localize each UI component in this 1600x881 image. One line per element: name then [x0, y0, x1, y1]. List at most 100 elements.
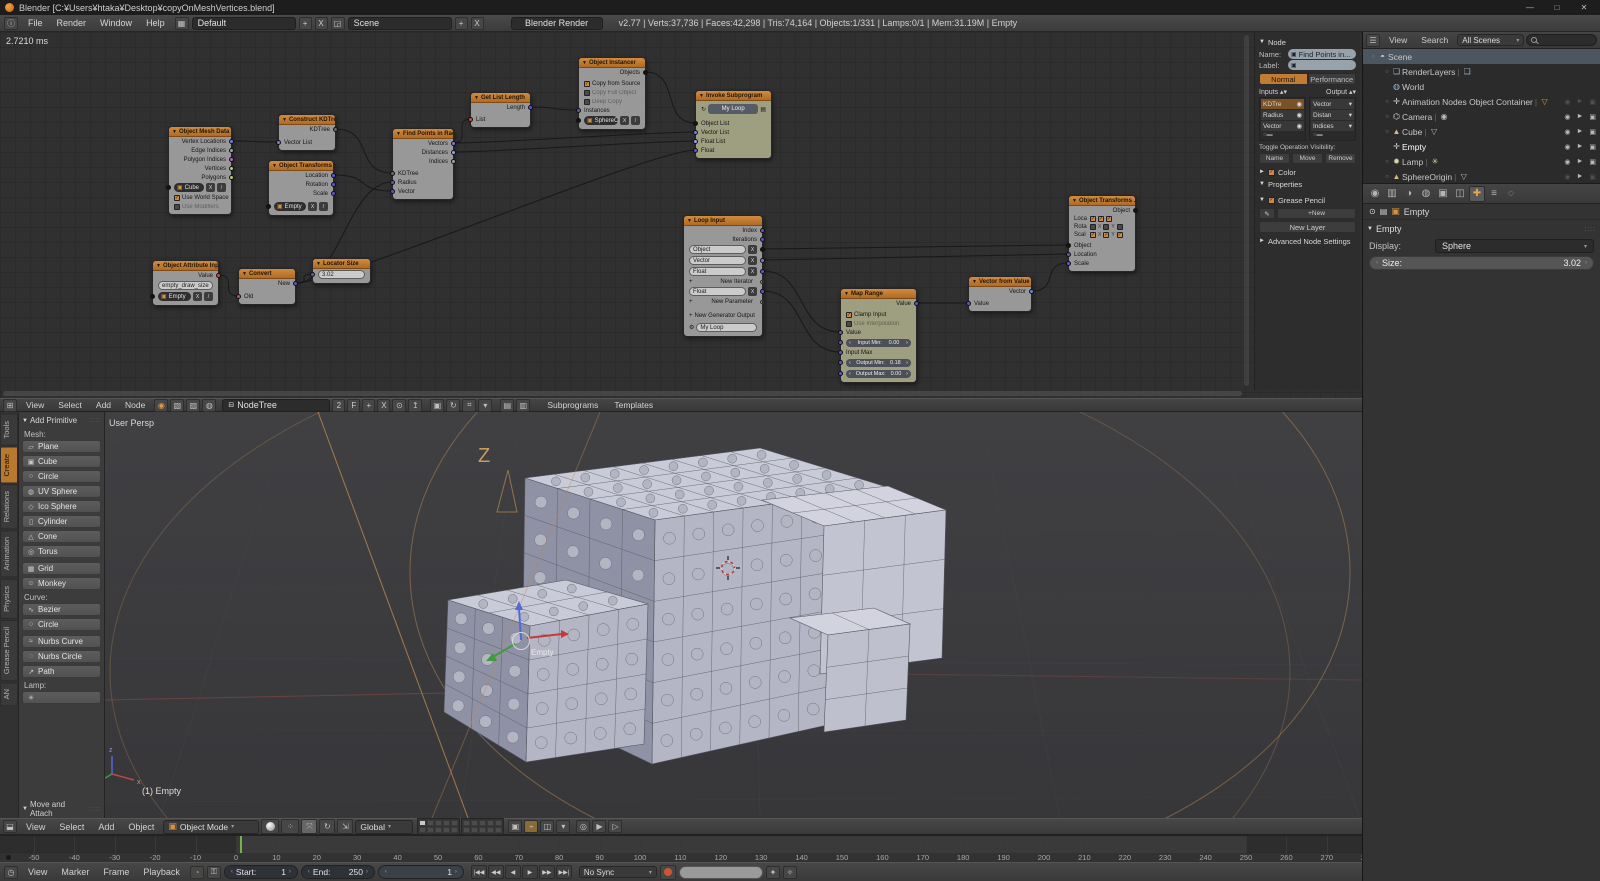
delete-keyframe-icon[interactable]: ✧ [782, 865, 797, 879]
render-engine-select[interactable]: Blender Render [510, 16, 603, 30]
subprograms-menu[interactable]: Subprograms [540, 400, 605, 410]
texture-nodes-icon[interactable]: ▨ [186, 398, 201, 412]
manipulator-rotate-icon[interactable]: ↻ [319, 819, 336, 834]
checkbox-Deep Copy[interactable]: Deep Copy [579, 97, 645, 106]
lock-frame-icon[interactable]: ⚿ [206, 865, 221, 879]
outputs-item-distan[interactable]: Distan ▾ [1311, 110, 1354, 120]
checkbox-Clamp Input[interactable]: ✓ Clamp Input [841, 310, 916, 319]
pivot-point-icon[interactable]: ⁘ [281, 819, 300, 834]
tool-tab-physics[interactable]: Physics [0, 578, 18, 619]
node-fpr[interactable]: ▼Find Points in RadiusVectorsDistancesIn… [390, 128, 456, 200]
text-field[interactable]: empty_draw_size [153, 280, 218, 291]
layer-toggle[interactable] [495, 827, 503, 833]
menu-frame[interactable]: Frame [96, 867, 136, 877]
sync-mode-select[interactable]: No Sync ▾ [578, 866, 657, 878]
socket-invoke:Object List[interactable] [693, 120, 698, 126]
menu-select[interactable]: Select [51, 400, 89, 410]
layer-toggle[interactable] [471, 820, 479, 826]
socket-ckd:Vector List[interactable] [276, 139, 281, 145]
use-preview-range-icon[interactable]: ◔ [189, 865, 204, 879]
inputs-item-radius[interactable]: Radius ◉ [1261, 110, 1304, 120]
screen-layout-field[interactable]: Default [191, 16, 296, 30]
restrict-select-icon[interactable]: ► [1576, 98, 1583, 106]
editor-type-3dview-icon[interactable]: ⬓ [3, 820, 17, 833]
node-tree-selector[interactable]: ⊟ NodeTree [222, 398, 331, 412]
socket-oto:Scale[interactable] [1066, 260, 1071, 266]
socket-mr:Output Min:[interactable] [838, 359, 843, 365]
restrict-view-icon[interactable]: ◉ [1564, 143, 1570, 151]
render-opengl-icon[interactable]: ▶ [592, 820, 607, 833]
socket-loop:Float[interactable] [760, 268, 765, 274]
outliner-item-empty[interactable]: ✛ Empty ◉ ► ▣ [1363, 139, 1600, 154]
checkbox-Use Modifiers[interactable]: Use Modifiers [169, 202, 231, 211]
checkbox-Copy from Source[interactable]: ✓ Copy from Source [579, 79, 645, 88]
restrict-select-icon[interactable]: ► [1576, 158, 1583, 166]
socket-mr:ValueOut[interactable] [914, 300, 919, 306]
layer-toggle[interactable] [463, 820, 471, 826]
insert-keyframe-icon[interactable]: ✦ [765, 865, 780, 879]
socket-oin:Instances[interactable] [576, 107, 581, 113]
socket-oti:Scale[interactable] [331, 190, 336, 196]
iterator-field-Vector[interactable]: Vector X [684, 255, 765, 266]
node-oto[interactable]: ▼ Object Transforms ... Object Loca ✓ ✓ ✓ Rota X… [1066, 195, 1138, 272]
layer-toggle[interactable] [451, 827, 459, 833]
outputs-item-indices[interactable]: Indices ▾ [1311, 121, 1354, 131]
pin-icon[interactable]: ⊙ [392, 398, 407, 412]
menu-view[interactable]: View [21, 867, 54, 877]
node-header-invoke[interactable]: ▼ Invoke Subprogram [696, 91, 771, 101]
axes-toggle-Loca[interactable]: Loca ✓ ✓ ✓ [1069, 215, 1135, 223]
color-panel-header[interactable]: ► ✓ Color [1259, 166, 1356, 178]
node-loop[interactable]: ▼ Loop Input Index Iterations Object X Vector X… [683, 215, 765, 337]
add-plane-button[interactable]: ▱ Plane [22, 440, 101, 453]
tool-tab-grease-pencil[interactable]: Grease Pencil [0, 619, 18, 681]
layer-toggle[interactable] [427, 820, 435, 826]
snap-element-icon[interactable]: ◫ [540, 820, 555, 833]
outliner-item-world[interactable]: ◍ World [1363, 79, 1600, 94]
inputs-item-vector[interactable]: Vector ◉ [1261, 121, 1304, 131]
snap-magnet-icon[interactable]: ⌁ [524, 820, 539, 833]
slider-Output Min:[interactable]: ‹ Output Min: 0.18 › [838, 357, 916, 368]
auto-keyframe-icon[interactable] [659, 864, 676, 880]
node-header-fpr[interactable]: ▼Find Points in Radius [393, 129, 453, 139]
axes-toggle-Scal[interactable]: Scal ✓ X ✓ Y ✓ [1069, 231, 1135, 239]
remove-socket-button[interactable]: X [748, 287, 757, 296]
next-keyframe-button[interactable]: ▶▶ [538, 865, 555, 879]
node-oti[interactable]: ▼Object Transforms InputLocationRotation… [266, 160, 336, 216]
socket-conv:Old[interactable] [236, 293, 241, 299]
restrict-select-icon[interactable]: ► [1576, 128, 1583, 136]
socket-fpr:Vectors[interactable] [451, 140, 456, 146]
menu-search[interactable]: Search [1414, 35, 1455, 45]
info-editor-type-icon[interactable]: ⓘ [4, 16, 18, 30]
add-lamp-button[interactable]: ✳ [22, 691, 101, 704]
properties-panel-header[interactable]: ▼ Properties [1259, 178, 1356, 190]
add-monkey-button[interactable]: ☺ Monkey [22, 577, 101, 590]
layer-toggle[interactable] [495, 820, 503, 826]
outliner-item-renderlayers[interactable]: ○ ❏ RenderLayers | ❏ [1363, 64, 1600, 79]
restrict-view-icon[interactable]: ◉ [1564, 113, 1570, 121]
restrict-view-icon[interactable]: ◉ [1564, 98, 1570, 106]
socket-loop:Index[interactable] [760, 227, 765, 233]
socket-oin:SphereO...[interactable] [576, 117, 581, 123]
restrict-render-icon[interactable]: ▣ [1589, 98, 1596, 106]
clear-object-button[interactable]: X [620, 116, 629, 125]
properties-tab-scene[interactable]: ◑ [1401, 186, 1417, 202]
socket-conv:New[interactable] [293, 280, 298, 286]
node-header-oti[interactable]: ▼Object Transforms Input [269, 161, 333, 171]
add-cylinder-button[interactable]: ▯ Cylinder [22, 515, 101, 528]
node-locsize[interactable]: ▼ Locator Size 3.02 [310, 258, 371, 284]
scene-browse-icon[interactable]: ◲ [330, 16, 345, 30]
socket-omd:Polygon Indices[interactable] [229, 156, 234, 162]
clear-object-button[interactable]: X [308, 202, 317, 211]
render-opengl-anim-icon[interactable]: ▷ [608, 820, 623, 833]
tool-tab-create[interactable]: Create [0, 446, 18, 484]
add-ico-sphere-button[interactable]: ◇ Ico Sphere [22, 500, 101, 513]
node-editor-canvas[interactable]: ▼ Object Mesh Data Vertex Locations Edge In… [0, 32, 1362, 398]
add-cone-button[interactable]: △ Cone [22, 530, 101, 543]
value-field[interactable]: 3.02 [310, 269, 370, 280]
advanced-settings-header[interactable]: ► Advanced Node Settings [1259, 235, 1356, 247]
properties-tab-object-data[interactable]: ✚ [1469, 185, 1485, 202]
node-header-oin[interactable]: ▼ Object Instancer [579, 58, 645, 68]
timeline-ruler[interactable]: -50 -40 -30 -20 -10 0 10 20 30 40 50 60 70 80 90 100 110… [0, 852, 1362, 862]
checkbox-Use Interpolation[interactable]: Use Interpolation [841, 319, 916, 328]
remove-socket-button[interactable]: X [748, 245, 757, 254]
